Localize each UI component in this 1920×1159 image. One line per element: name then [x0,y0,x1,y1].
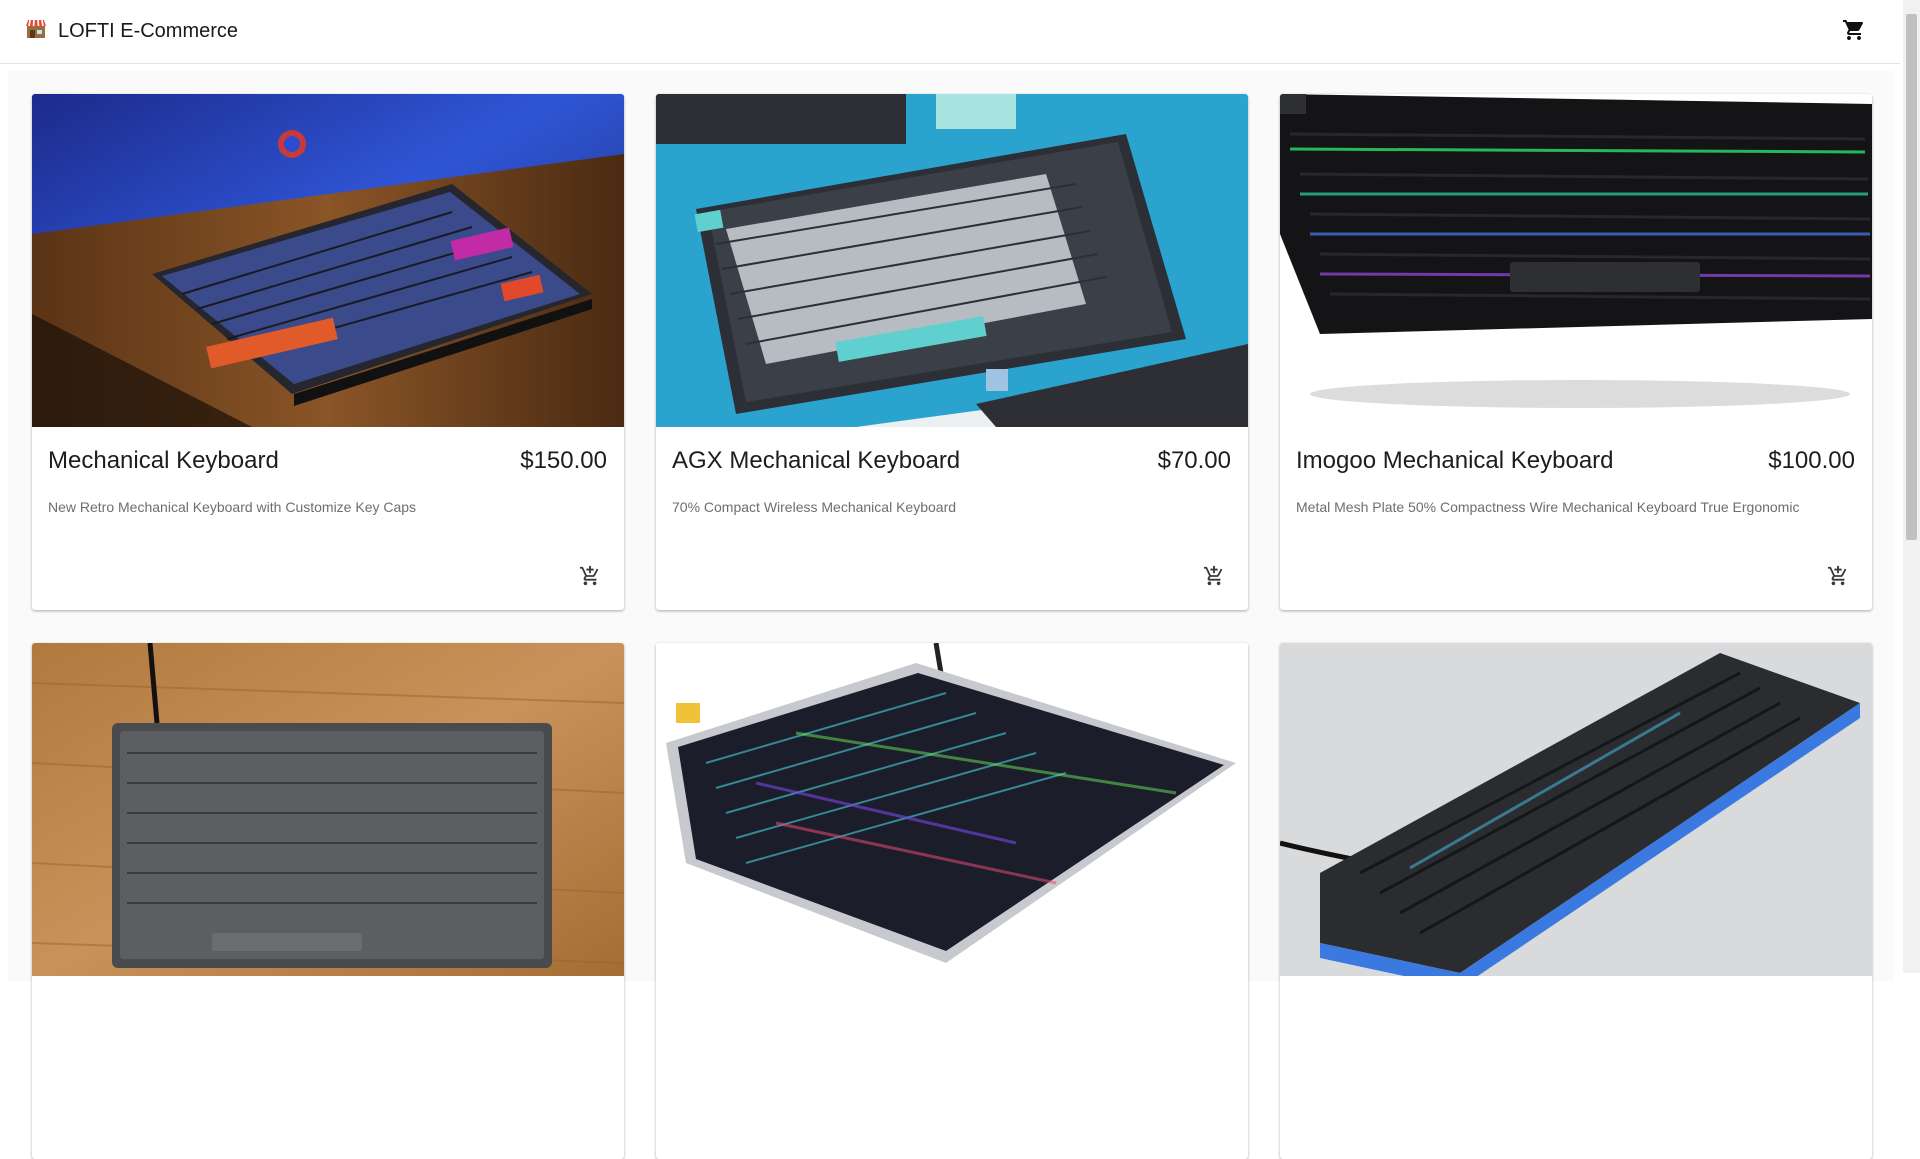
add-to-cart-button[interactable] [1200,564,1228,592]
app-bar: LOFTI E-Commerce [0,0,1900,64]
add-shopping-cart-icon [579,565,601,592]
product-card[interactable]: Imogoo Mechanical Keyboard $100.00 Metal… [1280,94,1872,610]
product-image[interactable] [1280,643,1872,976]
product-price: $150.00 [520,447,607,474]
scrollbar-thumb[interactable] [1906,14,1917,540]
product-name: Imogoo Mechanical Keyboard [1296,447,1614,474]
app-title: LOFTI E-Commerce [58,20,239,42]
product-name: Mechanical Keyboard [48,447,279,474]
product-description: Metal Mesh Plate 50% Compactness Wire Me… [1296,499,1800,515]
product-name: AGX Mechanical Keyboard [672,447,961,474]
product-card[interactable] [32,643,624,1159]
product-card[interactable]: Mechanical Keyboard $150.00 New Retro Me… [32,94,624,610]
product-description: New Retro Mechanical Keyboard with Custo… [48,499,417,515]
product-card[interactable] [1280,643,1872,1159]
add-to-cart-button[interactable] [1824,564,1852,592]
product-price: $100.00 [1768,447,1855,474]
add-shopping-cart-icon [1827,565,1849,592]
add-shopping-cart-icon [1203,565,1225,592]
product-image[interactable] [1280,94,1872,427]
product-grid: Mechanical Keyboard $150.00 New Retro Me… [8,71,1894,1159]
product-image[interactable] [656,94,1248,427]
product-price: $70.00 [1157,447,1231,474]
product-image[interactable] [32,94,624,427]
add-to-cart-button[interactable] [576,564,604,592]
shopping-cart-icon [1842,18,1866,47]
store-icon [24,17,48,41]
product-card[interactable] [656,643,1248,1159]
product-image[interactable] [656,643,1248,976]
product-image[interactable] [32,643,624,976]
product-description: 70% Compact Wireless Mechanical Keyboard [672,499,957,515]
cart-button[interactable] [1838,18,1870,46]
product-card[interactable]: AGX Mechanical Keyboard $70.00 70% Compa… [656,94,1248,610]
